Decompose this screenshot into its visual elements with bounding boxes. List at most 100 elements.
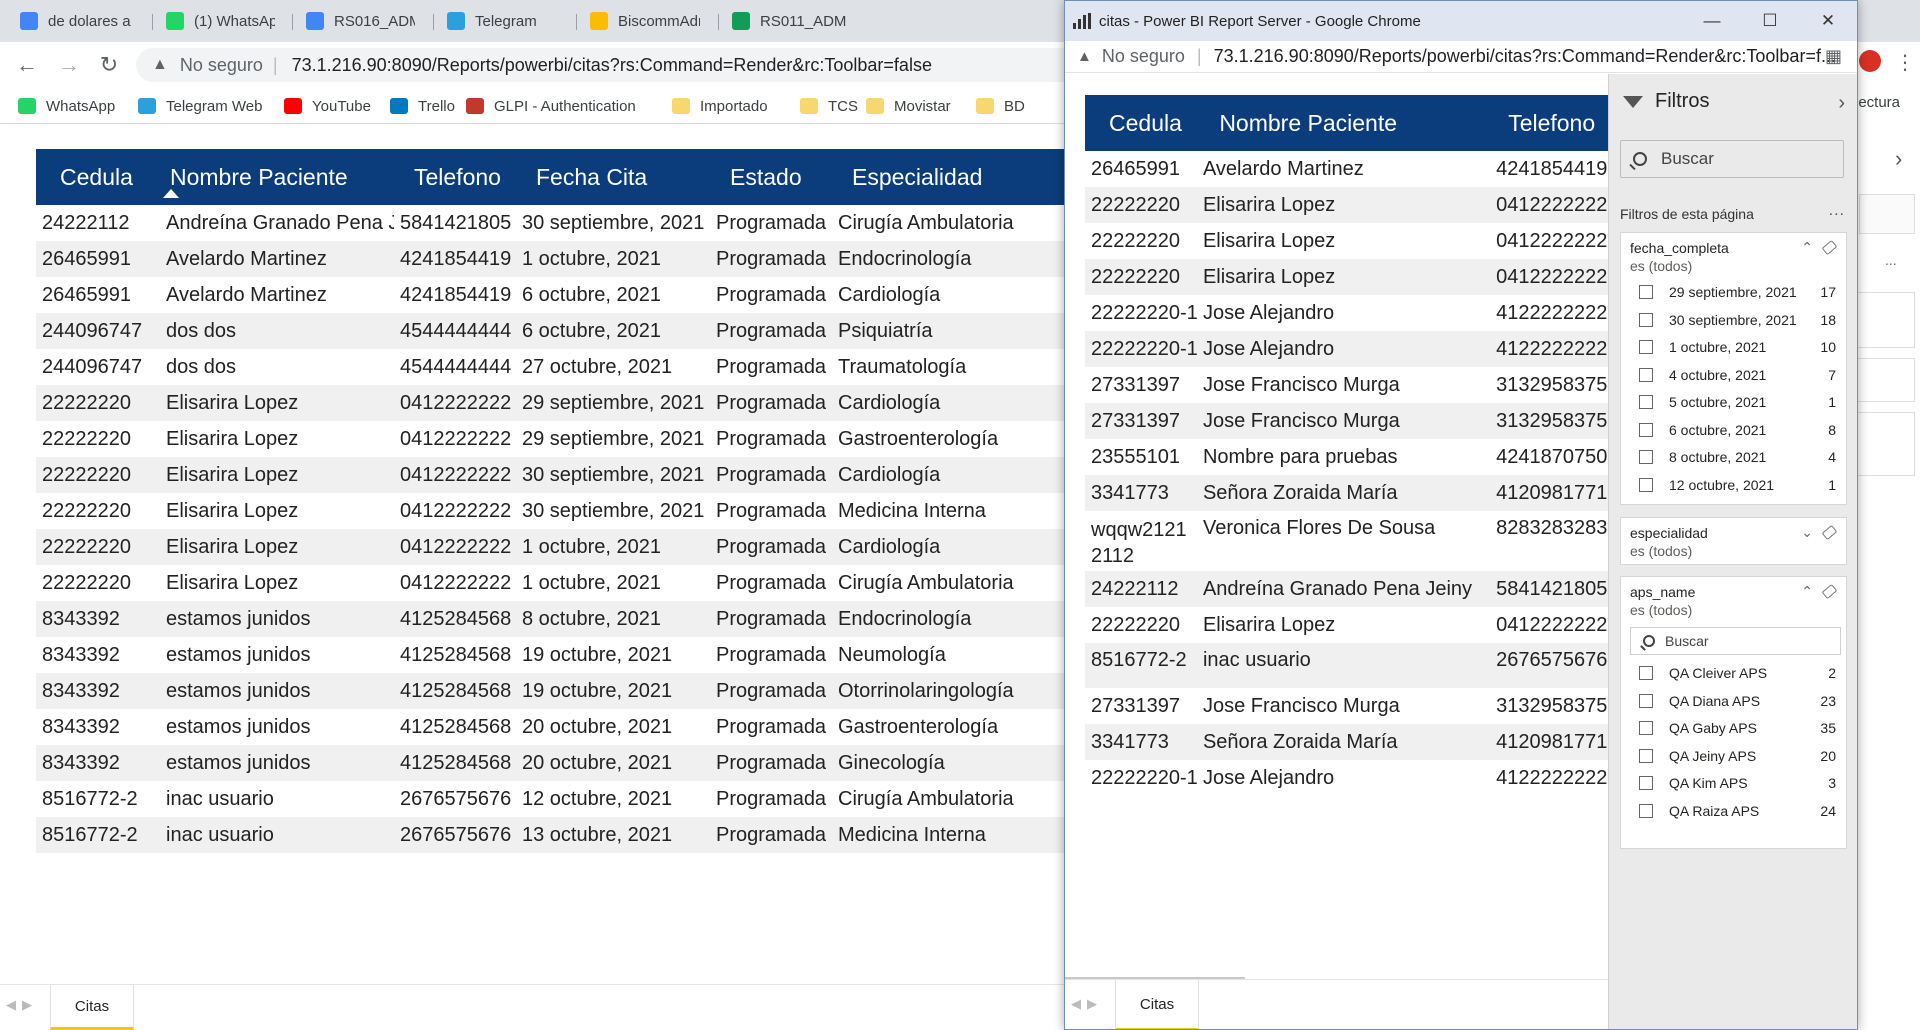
table-row[interactable]: 22222220 Elisarira Lopez 0412222222 [1085, 187, 1608, 223]
column-header[interactable]: Cedula [1085, 110, 1199, 137]
filter-option[interactable]: 29 septiembre, 2021 17 [1639, 281, 1836, 303]
collapse-chevron-icon[interactable]: › [1838, 92, 1845, 115]
table-row[interactable]: 8343392 estamos junidos 4125284568 19 octub… [36, 637, 1065, 673]
chevron-down-icon[interactable]: ⌄ [1801, 524, 1813, 541]
bookmark-item[interactable]: Telegram Web [138, 96, 262, 116]
back-arrow-icon[interactable]: ← [14, 52, 40, 78]
maximize-icon[interactable]: ☐ [1741, 1, 1799, 41]
filter-option[interactable]: 30 septiembre, 2021 18 [1639, 309, 1836, 331]
table-row[interactable]: 23555101 Nombre para pruebas 4241870750 [1085, 439, 1608, 475]
page-tab-citas[interactable]: Citas [50, 985, 134, 1030]
table-row[interactable]: 22222220 Elisarira Lopez 0412222222 [1085, 607, 1608, 643]
table-row[interactable]: 8343392 estamos junidos 4125284568 19 octub… [36, 673, 1065, 709]
table-row[interactable]: 22222220-1 Jose Alejandro 4122222222 [1085, 295, 1608, 331]
column-header[interactable]: Estado [710, 164, 832, 191]
page-nav-arrows-icon[interactable]: ◀▶ [6, 997, 38, 1013]
browser-tab[interactable]: (1) WhatsApp [156, 6, 291, 36]
checkbox[interactable] [1639, 803, 1653, 818]
close-icon[interactable]: ✕ [1799, 1, 1857, 41]
filter-option[interactable]: QA Raiza APS 24 [1639, 800, 1836, 822]
bookmark-item[interactable]: YouTube [284, 96, 371, 116]
checkbox[interactable] [1639, 312, 1653, 327]
bookmark-item[interactable]: Movistar [866, 96, 951, 116]
filter-option[interactable]: QA Diana APS 23 [1639, 690, 1836, 712]
filter-option[interactable]: 8 octubre, 2021 4 [1639, 446, 1836, 468]
table-row[interactable]: 3341773 Señora Zoraida María 4120981771 [1085, 724, 1608, 760]
table-row[interactable]: wqqw2121 2112 Veronica Flores De Sousa 828… [1085, 511, 1608, 571]
browser-tab[interactable]: de dolares a p [10, 6, 150, 36]
table-row[interactable]: 22222220 Elisarira Lopez 0412222222 [1085, 223, 1608, 259]
chevron-up-icon[interactable]: ⌃ [1801, 239, 1813, 256]
table-row[interactable]: 27331397 Jose Francisco Murga 3132958375 [1085, 688, 1608, 724]
table-row[interactable]: 24222112 Andreína Granado Pena Jeiny 58414… [1085, 571, 1608, 607]
bookmark-item[interactable]: BD [976, 96, 1025, 116]
browser-tab[interactable]: Telegram [437, 6, 575, 36]
table-row[interactable]: 22222220 Elisarira Lopez 0412222222 1 octub… [36, 529, 1065, 565]
bookmark-item[interactable]: WhatsApp [18, 96, 115, 116]
checkbox[interactable] [1639, 666, 1653, 680]
table-row[interactable]: 8343392 estamos junidos 4125284568 20 octub… [36, 745, 1065, 781]
eraser-icon[interactable] [1821, 239, 1838, 256]
table-row[interactable]: 24222112 Andreína Granado Pena Jeiny 58414… [36, 205, 1065, 241]
column-header[interactable]: Telefono [1492, 110, 1608, 137]
table-row[interactable]: 26465991 Avelardo Martinez 4241854419 1 oct… [36, 241, 1065, 277]
page-nav-arrows-icon[interactable]: ◀▶ [1071, 996, 1103, 1012]
checkbox[interactable] [1639, 693, 1653, 708]
table-row[interactable]: 26465991 Avelardo Martinez 4241854419 [1085, 151, 1608, 187]
table-row[interactable]: 22222220 Elisarira Lopez 0412222222 30 sept… [36, 457, 1065, 493]
table-row[interactable]: 22222220 Elisarira Lopez 0412222222 30 sept… [36, 493, 1065, 529]
checkbox[interactable] [1639, 367, 1653, 382]
menu-dots-icon[interactable]: ⋮ [1895, 50, 1915, 75]
table-row[interactable]: 27331397 Jose Francisco Murga 3132958375 [1085, 403, 1608, 439]
table-row[interactable]: 8343392 estamos junidos 4125284568 8 octubr… [36, 601, 1065, 637]
table-row[interactable]: 8516772-2 inac usuario 2676575676 13 octubr… [36, 817, 1065, 853]
checkbox[interactable] [1639, 340, 1653, 354]
table-row[interactable]: 8516772-2 inac usuario 2676575676 [1085, 643, 1608, 688]
checkbox[interactable] [1639, 422, 1653, 437]
eraser-icon[interactable] [1821, 524, 1838, 541]
chevron-right-icon[interactable]: › [1895, 146, 1902, 172]
filter-option[interactable]: QA Kim APS 3 [1639, 772, 1836, 794]
profile-avatar[interactable] [1859, 50, 1881, 72]
table-row[interactable]: 22222220 Elisarira Lopez 0412222222 29 sept… [36, 421, 1065, 457]
filter-option[interactable]: 1 octubre, 2021 10 [1639, 336, 1836, 358]
bookmark-reading-list[interactable]: lectura [1855, 94, 1900, 111]
browser-tab[interactable]: RS011_ADMIN [722, 6, 862, 36]
bookmark-item[interactable]: GLPI - Authentication [466, 96, 636, 116]
filter-option[interactable]: 6 octubre, 2021 8 [1639, 419, 1836, 441]
eraser-icon[interactable] [1821, 583, 1838, 600]
checkbox[interactable] [1639, 395, 1653, 409]
checkbox[interactable] [1639, 748, 1653, 763]
filter-option[interactable]: 5 octubre, 2021 1 [1639, 391, 1836, 413]
filters-search-input[interactable]: Buscar [1620, 140, 1844, 178]
checkbox[interactable] [1639, 450, 1653, 464]
table-row[interactable]: 22222220-1 Jose Alejandro 4122222222 [1085, 760, 1608, 796]
table-row[interactable]: 8343392 estamos junidos 4125284568 20 octub… [36, 709, 1065, 745]
column-header[interactable]: Especialidad [832, 164, 1042, 191]
checkbox[interactable] [1639, 285, 1653, 299]
page-tab-citas[interactable]: Citas [1115, 980, 1199, 1029]
filter-option[interactable]: QA Jeiny APS 20 [1639, 745, 1836, 767]
sort-ascending-icon[interactable] [163, 189, 179, 198]
table-row[interactable]: 27331397 Jose Francisco Murga 3132958375 [1085, 367, 1608, 403]
filter-option[interactable]: 4 octubre, 2021 7 [1639, 364, 1836, 386]
reload-icon[interactable]: ↻ [96, 52, 122, 78]
table-row[interactable]: 8516772-2 inac usuario 2676575676 12 octubr… [36, 781, 1065, 817]
table-row[interactable]: 22222220 Elisarira Lopez 0412222222 29 sept… [36, 385, 1065, 421]
minimize-icon[interactable]: — [1683, 1, 1741, 41]
table-row[interactable]: 3341773 Señora Zoraida María 4120981771 [1085, 475, 1608, 511]
address-bar[interactable]: ▲ No seguro | 73.1.216.90:8090/Reports/p… [136, 48, 1136, 82]
bookmark-item[interactable]: TCS [800, 96, 858, 116]
column-header[interactable]: Nombre Paciente [160, 164, 394, 191]
filter-option[interactable]: QA Cleiver APS 2 [1639, 662, 1836, 684]
aps-search-input[interactable]: Buscar [1630, 627, 1841, 655]
checkbox[interactable] [1639, 477, 1653, 492]
column-header[interactable]: Nombre Paciente [1199, 110, 1492, 137]
table-row[interactable]: 22222220 Elisarira Lopez 0412222222 1 octub… [36, 565, 1065, 601]
browser-tab[interactable]: BiscommAdm [580, 6, 716, 36]
popup-address-bar[interactable]: ▲ No seguro | 73.1.216.90:8090/Reports/p… [1065, 41, 1857, 73]
column-header[interactable]: Cedula [36, 164, 160, 191]
chevron-up-icon[interactable]: ⌃ [1801, 583, 1813, 600]
table-row[interactable]: 22222220-1 Jose Alejandro 4122222222 [1085, 331, 1608, 367]
browser-tab[interactable]: RS016_ADMIN [296, 6, 431, 36]
